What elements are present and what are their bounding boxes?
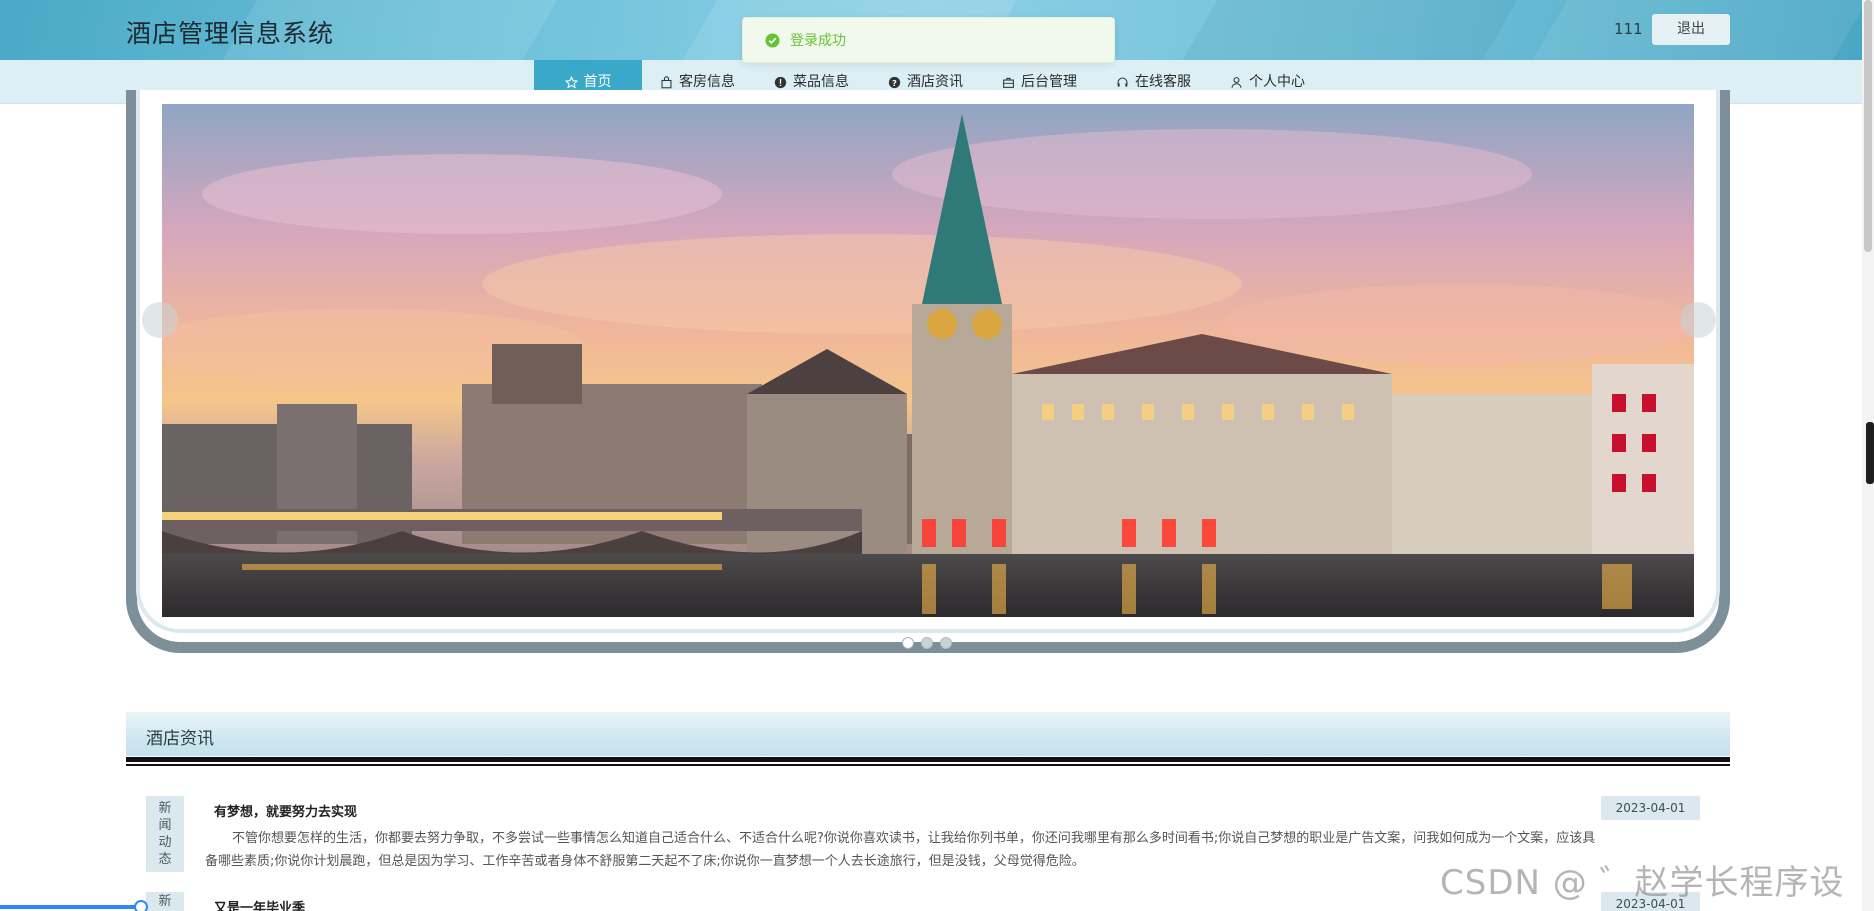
check-circle-icon xyxy=(765,32,780,48)
username-label: 111 xyxy=(1614,20,1643,38)
carousel-next-arrow[interactable] xyxy=(1680,302,1716,338)
headset-icon xyxy=(1117,77,1128,87)
news-date: 2023-04-01 xyxy=(1601,796,1700,820)
carousel-prev-arrow[interactable] xyxy=(142,302,178,338)
section-divider xyxy=(126,757,1730,762)
site-title: 酒店管理信息系统 xyxy=(126,19,335,48)
news-tag: 新闻动态 xyxy=(146,796,184,872)
info-icon xyxy=(774,76,787,88)
scrollbar-thumb[interactable] xyxy=(1864,0,1872,252)
toast-message: 登录成功 xyxy=(790,33,846,49)
city-skyline-photo xyxy=(162,104,1694,617)
section-divider xyxy=(126,764,1730,766)
watermark-text: CSDN @ ゛赵学长程序设计 xyxy=(1440,863,1845,903)
carousel-dots xyxy=(902,637,952,649)
user-icon xyxy=(1231,76,1242,88)
loading-progress-bar xyxy=(0,905,145,909)
news-title[interactable]: 有梦想，就要努力去实现 xyxy=(214,801,357,820)
star-icon xyxy=(564,75,578,88)
carousel-dot-1[interactable] xyxy=(902,637,914,649)
logout-button[interactable]: 退出 xyxy=(1652,14,1730,45)
news-section-header: 酒店资讯 xyxy=(126,712,1730,756)
section-title: 酒店资讯 xyxy=(146,729,214,749)
carousel-slide-image[interactable] xyxy=(162,104,1694,617)
news-tag: 新 xyxy=(146,892,184,911)
side-handle[interactable] xyxy=(1866,422,1874,484)
briefcase-icon xyxy=(1003,77,1014,88)
success-toast: 登录成功 xyxy=(742,17,1115,63)
carousel-dot-3[interactable] xyxy=(940,637,952,649)
news-title[interactable]: 又是一年毕业季 xyxy=(214,897,305,911)
question-icon: ? xyxy=(888,76,901,88)
news-body-line: 不管你想要怎样的生活，你都要去努力争取，不多尝试一些事情怎么知道自己适合什么、不… xyxy=(232,831,1596,846)
progress-knob xyxy=(134,900,148,911)
carousel-dot-2[interactable] xyxy=(921,637,933,649)
bag-icon xyxy=(661,75,672,88)
svg-text:?: ? xyxy=(892,77,897,87)
